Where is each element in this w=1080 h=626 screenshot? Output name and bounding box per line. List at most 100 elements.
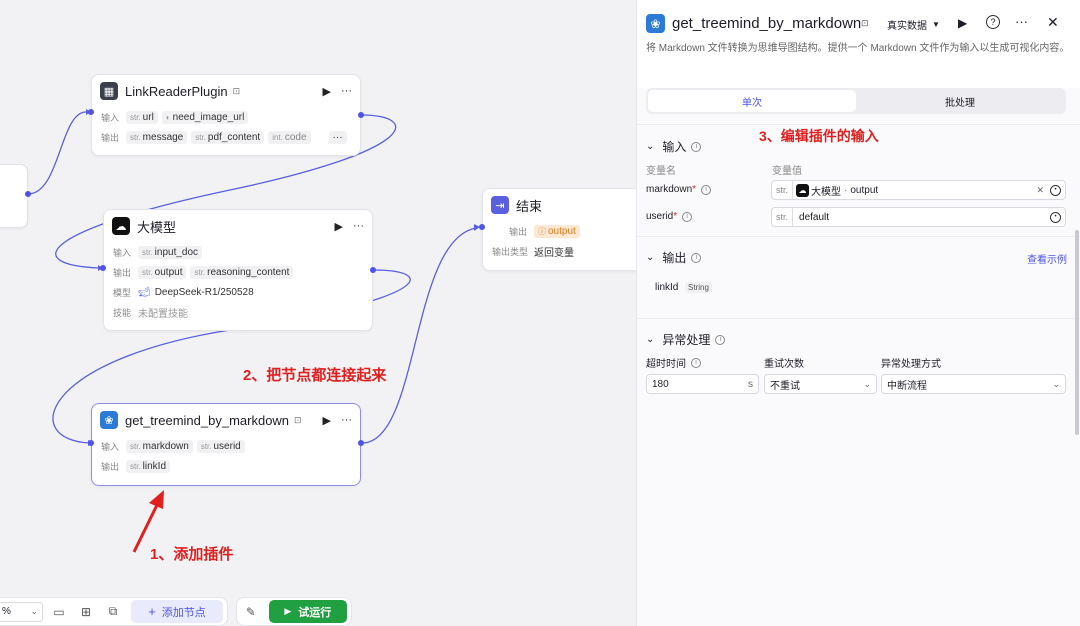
debug-icon[interactable]: ✎ (241, 602, 261, 622)
retry-label: 重试次数 (764, 359, 804, 370)
close-icon[interactable]: ✕ (1047, 14, 1059, 31)
col-value-header: 变量值 (772, 166, 802, 177)
node-title: get_treemind_by_markdown (125, 412, 290, 428)
run-node-icon[interactable]: ▶ (323, 414, 331, 427)
input-tag-userid: str. userid (196, 439, 245, 453)
param-userid-label: userid * i (646, 211, 693, 222)
annotation-step3: 3、编辑插件的输入 (759, 128, 879, 144)
data-mode-dropdown[interactable]: 真实数据 ▼ (887, 17, 940, 32)
zoom-select[interactable]: % ⌄ (0, 601, 43, 622)
info-icon: i (691, 357, 701, 368)
exception-method-select[interactable]: 中断流程 ⌄ (881, 374, 1066, 394)
input-label: 输入 (101, 441, 120, 452)
output-tag-pdf-content: str. pdf_content (191, 130, 265, 144)
output-label: 输出 (101, 461, 120, 472)
llm-input-port[interactable] (100, 265, 106, 271)
view-example-link[interactable]: 查看示例 (1027, 251, 1067, 266)
variable-picker-icon[interactable]: • (1050, 211, 1061, 223)
collapse-icon[interactable]: ⌄ (646, 252, 654, 263)
run-toolbar: ✎ ▶ 试运行 (236, 597, 352, 626)
collapse-icon[interactable]: ⌄ (646, 334, 654, 345)
end-input-port[interactable] (479, 224, 485, 230)
panel-scrollbar[interactable] (1075, 230, 1079, 435)
timeout-label: 超时时间 i (646, 355, 701, 370)
variable-picker-icon[interactable]: • (1050, 184, 1061, 196)
more-options-icon[interactable]: ··· (1015, 14, 1028, 29)
output-tag-message: str. message (126, 130, 188, 144)
node-title: 大模型 (137, 219, 177, 235)
deepseek-icon: 🐋︎ (138, 286, 151, 298)
info-icon: i (715, 334, 726, 345)
input-tag-need-image-url: ◐ need_image_url (161, 110, 249, 124)
warning-icon: ⓘ (538, 226, 546, 236)
annotation-step1: 1、添加插件 (150, 546, 234, 563)
link-reader-plugin-node[interactable]: ▦ LinkReaderPlugin ⊡ ▶ ··· 输入 str. url ◐ n… (91, 74, 361, 156)
timeout-input[interactable]: 180 s (646, 374, 759, 394)
chevron-down-icon: ⌄ (863, 378, 871, 389)
plugin-output-port[interactable] (358, 112, 364, 118)
plugin-badge-icon: ⊡ (232, 85, 241, 96)
end-node[interactable]: ⇥ 结束 输出 ⓘ output 输出类型 返回变量 (482, 188, 636, 271)
annotation-step2: 2、把节点都连接起来 (243, 367, 387, 384)
clear-icon[interactable]: ✕ (1036, 185, 1044, 196)
canvas-toolbar: % ⌄ ▭ ⊞ ⧉ + 添加节点 (0, 597, 228, 626)
output-var-name: linkId (655, 282, 679, 293)
plugin-input-port[interactable] (88, 109, 94, 115)
more-options-icon[interactable]: ··· (353, 220, 364, 232)
link-reader-plugin-icon: ▦ (100, 82, 118, 100)
treemind-input-port[interactable] (88, 440, 94, 446)
input-label: 输入 (113, 247, 132, 258)
panel-description: 将 Markdown 文件转换为思维导图结构。提供一个 Markdown 文件作… (646, 43, 1070, 54)
more-outputs-button[interactable]: ··· (328, 130, 347, 144)
toggle-icon: ◐ (165, 112, 171, 122)
workflow-canvas[interactable]: ▦ LinkReaderPlugin ⊡ ▶ ··· 输入 str. url ◐ n… (0, 0, 636, 626)
plugin-badge-icon: ⊡ (861, 18, 869, 28)
output-tag-output: str. output (138, 265, 187, 279)
run-icon[interactable]: ▶ (958, 16, 967, 30)
llm-node[interactable]: ☁ 大模型 ▶ ··· 输入 str. input_doc 输出 str. outp… (103, 209, 373, 331)
type-str-icon: str. (772, 208, 794, 226)
caret-down-icon: ▼ (932, 20, 940, 29)
treemind-plugin-node[interactable]: ❀ get_treemind_by_markdown ⊡ ▶ ··· 输入 st… (91, 403, 361, 486)
output-var-tag: ⓘ output (534, 224, 580, 238)
edge-treemind-to-end (361, 227, 477, 444)
collapse-icon[interactable]: ⌄ (646, 141, 654, 152)
treemind-output-port[interactable] (358, 440, 364, 446)
more-options-icon[interactable]: ··· (341, 414, 352, 426)
skill-value: 未配置技能 (138, 308, 188, 320)
output-label: 输出 (101, 132, 120, 143)
output-tag-code: int. code (268, 130, 311, 144)
userid-value-field[interactable]: str. default • (771, 207, 1066, 227)
node-title: 结束 (516, 198, 543, 214)
help-icon[interactable]: ? (986, 15, 1000, 29)
comment-icon[interactable]: ▭ (49, 602, 69, 622)
start-node-output-port[interactable] (25, 191, 31, 197)
minimap-icon[interactable]: ⧉ (103, 602, 123, 622)
tab-single[interactable]: 单次 (648, 90, 856, 112)
panel-title: get_treemind_by_markdown (672, 15, 862, 32)
userid-value: default (799, 211, 830, 223)
markdown-value-field[interactable]: str. ☁ 大模型 · output ✕ • (771, 180, 1066, 200)
output-var-type: String (685, 282, 712, 293)
treemind-plugin-icon: ❀ (100, 411, 118, 429)
test-run-button[interactable]: ▶ 试运行 (268, 600, 347, 623)
timeout-unit: s (748, 378, 753, 390)
model-label: 模型 (113, 287, 132, 298)
node-title: LinkReaderPlugin (125, 83, 228, 99)
output-section: ⌄ 输出 i 查看示例 linkId String (637, 236, 1080, 318)
llm-output-port[interactable] (370, 267, 376, 273)
end-icon: ⇥ (491, 196, 509, 214)
more-options-icon[interactable]: ··· (341, 85, 352, 97)
run-node-icon[interactable]: ▶ (335, 220, 343, 233)
col-name-header: 变量名 (646, 166, 676, 177)
start-node[interactable] (0, 164, 28, 228)
run-node-icon[interactable]: ▶ (323, 85, 331, 98)
exception-method-label: 异常处理方式 (881, 359, 941, 370)
add-node-button[interactable]: + 添加节点 (131, 600, 223, 623)
panel-header: ❀ get_treemind_by_markdown ⊡ 真实数据 ▼ ▶ ? ·… (637, 0, 1080, 88)
retry-select[interactable]: 不重试 ⌄ (764, 374, 877, 394)
treemind-plugin-icon: ❀ (646, 14, 665, 33)
layout-icon[interactable]: ⊞ (76, 602, 96, 622)
param-markdown-label: markdown * i (646, 184, 712, 195)
tab-batch[interactable]: 批处理 (856, 90, 1064, 112)
